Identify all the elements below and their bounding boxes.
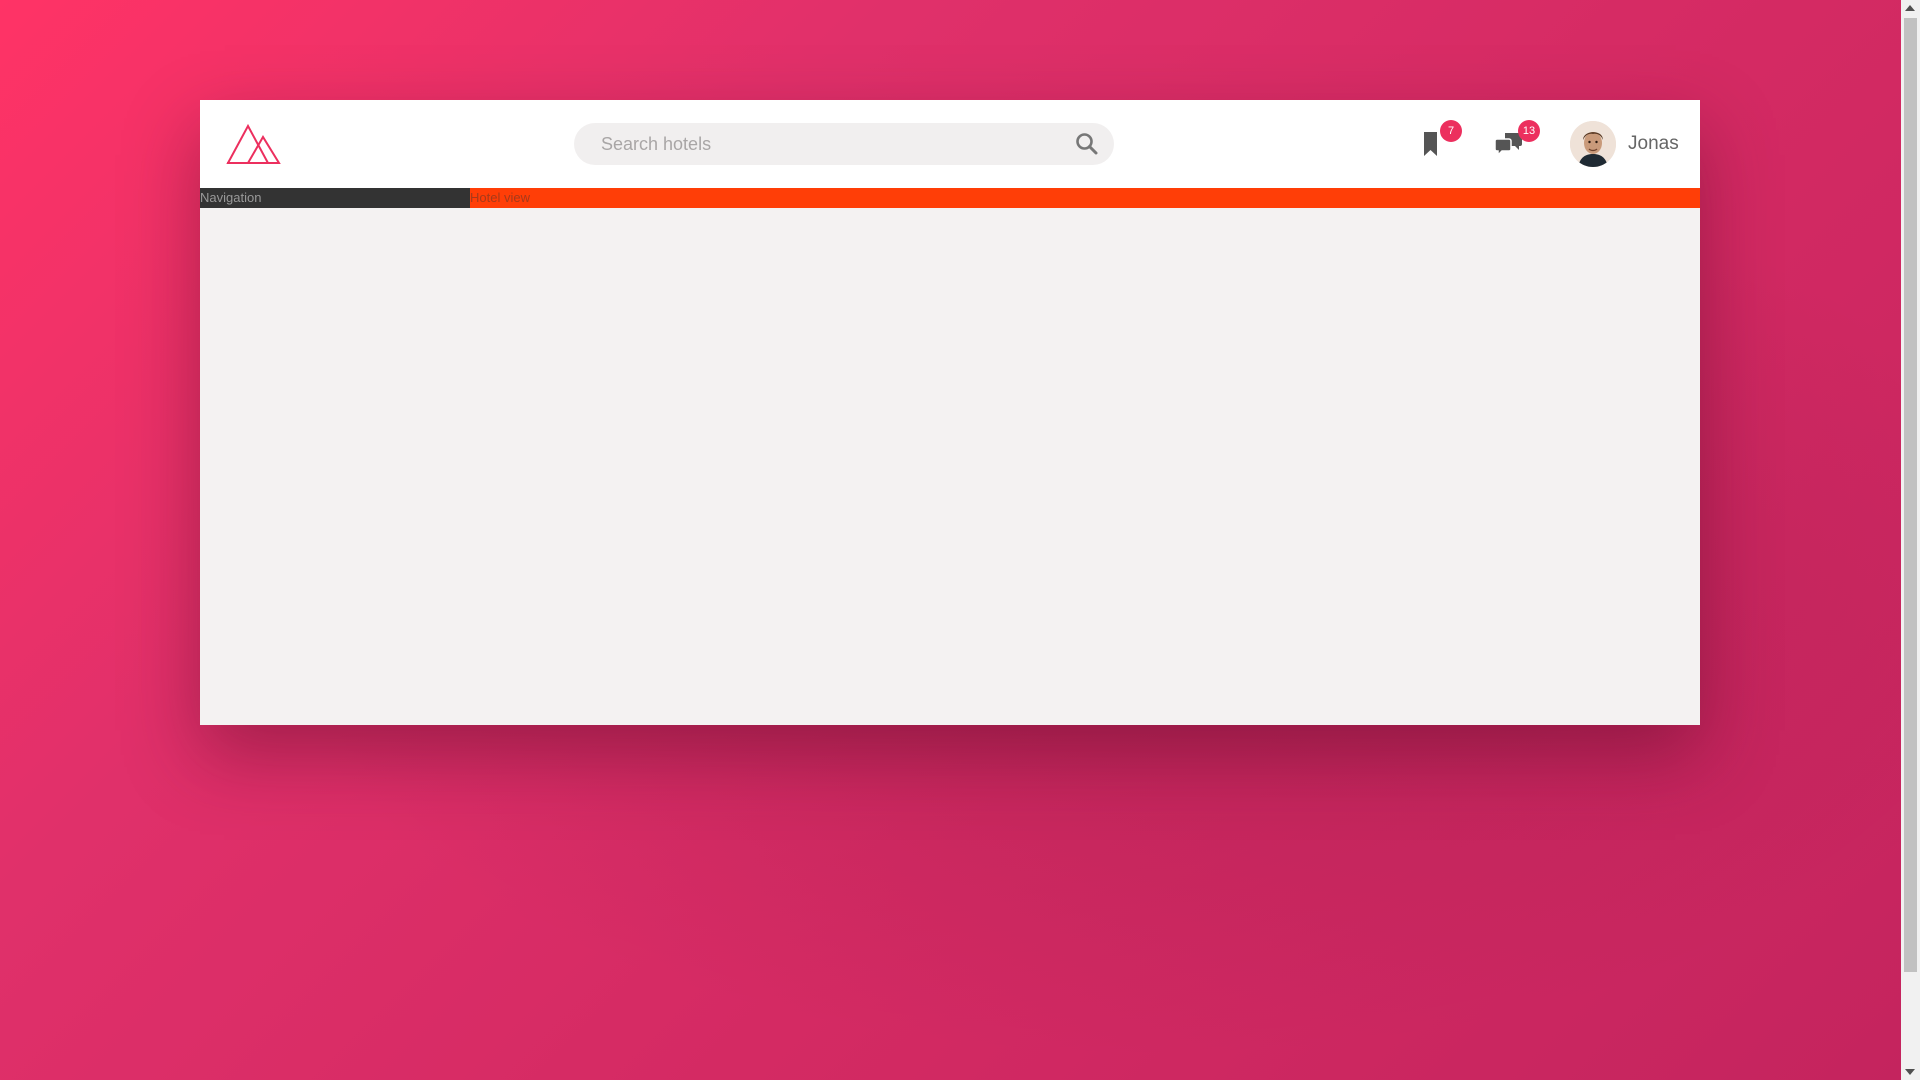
- scroll-up-arrow-icon[interactable]: [1905, 5, 1915, 11]
- hotel-view-label: Hotel view: [470, 190, 530, 205]
- top-bar: 7 13 Jonas: [200, 100, 1700, 188]
- messages-button[interactable]: 13: [1488, 120, 1540, 168]
- user-menu[interactable]: Jonas: [1570, 120, 1679, 168]
- bookmarks-button[interactable]: 7: [1410, 120, 1462, 168]
- scroll-down-arrow-icon[interactable]: [1905, 1069, 1915, 1075]
- avatar-portrait-icon: [1570, 121, 1616, 167]
- search-form: [574, 123, 1114, 165]
- messages-count-badge: 13: [1518, 120, 1540, 142]
- bookmarks-count-badge: 7: [1440, 120, 1462, 142]
- user-avatar[interactable]: [1570, 121, 1616, 167]
- user-name: Jonas: [1628, 133, 1679, 154]
- app-container: 7 13 Jonas: [200, 100, 1700, 725]
- sidebar-navigation: Navigation: [200, 188, 470, 208]
- scrollbar-thumb[interactable]: [1904, 18, 1917, 972]
- page-scrollbar[interactable]: [1901, 0, 1920, 1080]
- main-content: Navigation Hotel view: [200, 188, 1700, 725]
- hotel-view: Hotel view: [470, 188, 1700, 208]
- search-icon[interactable]: [1074, 131, 1100, 157]
- search-input[interactable]: [599, 123, 1043, 165]
- triangles-logo-icon[interactable]: [224, 122, 282, 166]
- sidebar-label: Navigation: [200, 190, 262, 205]
